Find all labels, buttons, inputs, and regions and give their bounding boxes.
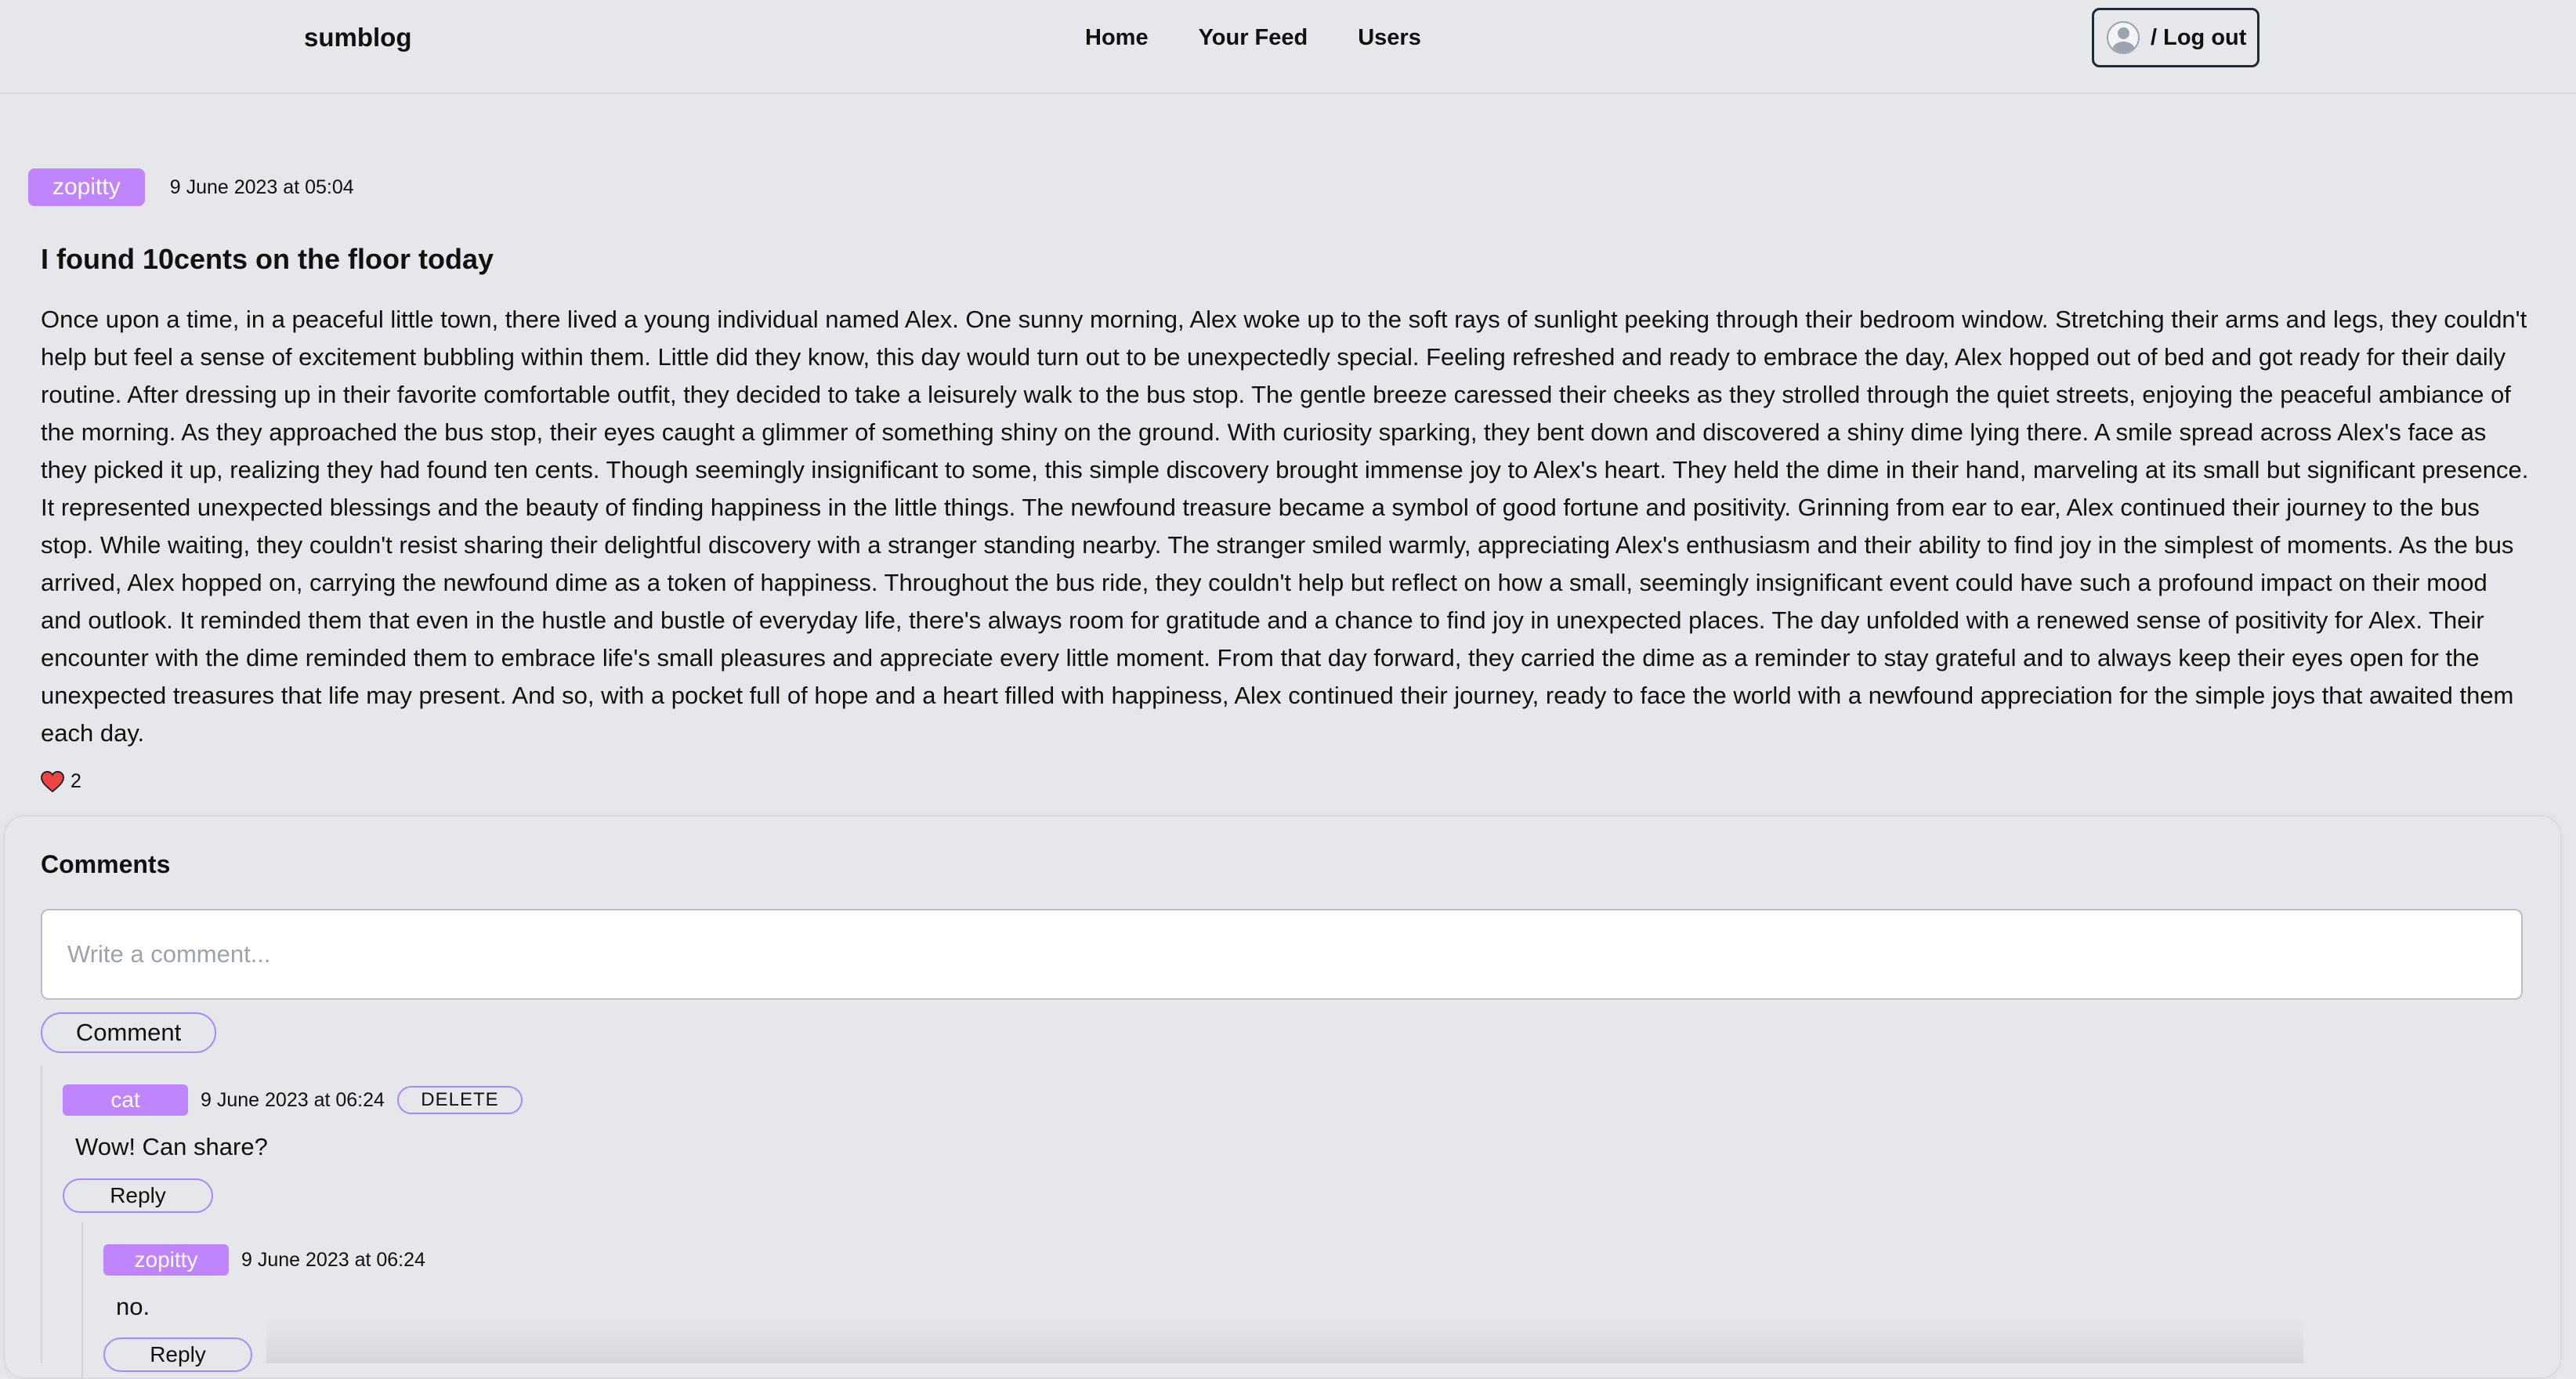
likes-row: 2 [41, 770, 81, 793]
post-body: Once upon a time, in a peaceful little t… [41, 306, 2529, 747]
nav-home[interactable]: Home [1085, 22, 1149, 53]
heart-icon[interactable] [41, 770, 64, 793]
reply-button[interactable]: Reply [63, 1178, 213, 1213]
comments-heading: Comments [41, 850, 171, 878]
post-meta: zopitty 9 June 2023 at 05:04 [28, 168, 354, 206]
post-title: I found 10cents on the floor today [41, 243, 494, 275]
top-navbar: sumblog Home Your Feed Users / Log out [0, 0, 2576, 94]
reply-author-badge[interactable]: zopitty [103, 1244, 229, 1276]
comment-text: Wow! Can share? [75, 1133, 268, 1160]
reply-thread: zopitty 9 June 2023 at 06:24 no. Reply [81, 1222, 1413, 1379]
main-nav: Home Your Feed Users [1085, 22, 1421, 53]
reply-text: no. [116, 1293, 150, 1320]
comment-meta: cat 9 June 2023 at 06:24 DELETE [63, 1084, 523, 1116]
delete-comment-button[interactable]: DELETE [396, 1086, 523, 1114]
like-count: 2 [71, 770, 81, 792]
comment-thread: cat 9 June 2023 at 06:24 DELETE Wow! Can… [41, 1066, 1451, 1379]
nav-users[interactable]: Users [1358, 22, 1421, 53]
brand-logo[interactable]: sumblog [304, 22, 412, 53]
comment-author-badge[interactable]: cat [63, 1084, 188, 1116]
submit-comment-button[interactable]: Comment [41, 1012, 216, 1053]
nav-your-feed[interactable]: Your Feed [1199, 22, 1308, 53]
comment-input[interactable] [41, 909, 2523, 1000]
post-author-badge[interactable]: zopitty [28, 168, 145, 206]
logout-label: / Log out [2151, 24, 2247, 50]
user-avatar-icon [2107, 21, 2140, 54]
logout-button[interactable]: / Log out [2092, 8, 2259, 67]
reply-button[interactable]: Reply [103, 1337, 252, 1372]
reply-meta: zopitty 9 June 2023 at 06:24 [103, 1244, 425, 1276]
post-date: 9 June 2023 at 05:04 [169, 176, 354, 198]
reply-date: 9 June 2023 at 06:24 [241, 1248, 425, 1271]
comment-date: 9 June 2023 at 06:24 [201, 1088, 385, 1111]
